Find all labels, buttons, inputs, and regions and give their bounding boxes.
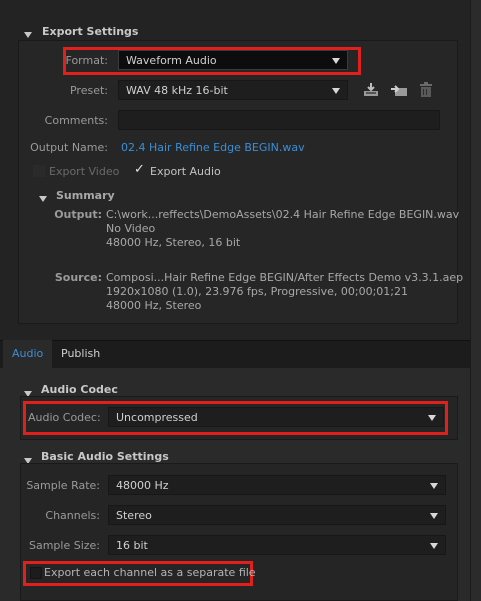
format-dropdown[interactable]: Waveform Audio — [118, 50, 348, 70]
chevron-down-icon — [332, 88, 340, 94]
export-settings-title: Export Settings — [42, 25, 139, 38]
sample-size-dropdown[interactable]: 16 bit — [108, 535, 446, 555]
collapse-triangle-icon — [24, 32, 32, 38]
summary-output-line: No Video — [106, 222, 156, 235]
summary-source-line: Composi...Hair Refine Edge BEGIN/After E… — [106, 271, 464, 284]
preset-dropdown[interactable]: WAV 48 kHz 16-bit — [118, 80, 348, 100]
export-audio-checkmark-icon[interactable]: ✓ — [134, 162, 145, 177]
summary-title: Summary — [56, 189, 115, 202]
sample-rate-dropdown[interactable]: 48000 Hz — [108, 475, 446, 495]
preset-label: Preset: — [69, 84, 108, 97]
channels-dropdown[interactable]: Stereo — [108, 505, 446, 525]
separate-channel-label: Export each channel as a separate file — [44, 566, 256, 579]
chevron-down-icon — [332, 58, 340, 64]
tab-publish[interactable]: Publish — [52, 340, 109, 368]
save-preset-icon[interactable] — [362, 82, 380, 101]
export-video-checkbox[interactable] — [33, 165, 45, 177]
audio-codec-title: Audio Codec — [41, 383, 118, 396]
format-value: Waveform Audio — [126, 54, 217, 67]
import-preset-icon[interactable] — [390, 82, 408, 101]
summary-source-line: 1920x1080 (1.0), 23.976 fps, Progressive… — [106, 285, 409, 298]
summary-output-text: C:\work...reffects\DemoAssets\02.4 Hair … — [106, 208, 459, 250]
preset-value: WAV 48 kHz 16-bit — [126, 84, 228, 97]
output-name-link[interactable]: 02.4 Hair Refine Edge BEGIN.wav — [121, 141, 305, 154]
chevron-down-icon — [430, 513, 438, 519]
summary-source-text: Composi...Hair Refine Edge BEGIN/After E… — [106, 271, 463, 313]
channels-label: Channels: — [45, 509, 100, 522]
sample-size-value: 16 bit — [116, 539, 148, 552]
comments-input[interactable] — [118, 110, 440, 130]
export-video-label: Export Video — [49, 165, 120, 178]
audio-codec-value: Uncompressed — [116, 411, 198, 424]
basic-audio-title: Basic Audio Settings — [41, 450, 169, 463]
audio-codec-dropdown[interactable]: Uncompressed — [108, 407, 444, 427]
format-label: Format: — [65, 54, 108, 67]
export-audio-label: Export Audio — [150, 165, 221, 178]
sample-size-label: Sample Size: — [28, 539, 100, 552]
summary-output-line: 48000 Hz, Stereo, 16 bit — [106, 236, 241, 249]
delete-preset-icon[interactable] — [419, 82, 433, 101]
channels-value: Stereo — [116, 509, 152, 522]
comments-label: Comments: — [44, 114, 108, 127]
output-name-label: Output Name: — [30, 141, 108, 154]
chevron-down-icon — [428, 415, 436, 421]
summary-output-label: Output: — [54, 208, 102, 221]
summary-source-label: Source: — [54, 271, 102, 284]
chevron-down-icon — [430, 483, 438, 489]
sample-rate-label: Sample Rate: — [26, 479, 100, 492]
summary-output-line: C:\work...reffects\DemoAssets\02.4 Hair … — [106, 208, 460, 221]
separate-channel-checkbox[interactable] — [30, 567, 42, 579]
sample-rate-value: 48000 Hz — [116, 479, 169, 492]
tab-audio[interactable]: Audio — [3, 340, 53, 368]
scrollbar[interactable] — [470, 0, 481, 601]
collapse-triangle-icon — [39, 196, 47, 202]
summary-toggle[interactable] — [39, 192, 47, 205]
audio-codec-label: Audio Codec: — [28, 411, 101, 424]
summary-source-line: 48000 Hz, Stereo — [106, 299, 202, 312]
chevron-down-icon — [430, 543, 438, 549]
